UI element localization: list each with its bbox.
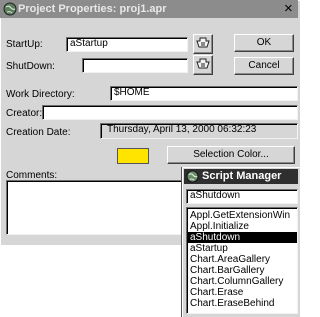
shutdown-field[interactable] xyxy=(82,58,188,73)
startup-field[interactable]: aStartup xyxy=(66,37,188,52)
selection-color-swatch[interactable] xyxy=(117,148,149,164)
list-item[interactable]: Chart.BarGallery xyxy=(187,265,297,276)
shutdown-browse-button[interactable] xyxy=(193,55,213,75)
globe-icon xyxy=(186,170,199,183)
shutdown-label: ShutDown: xyxy=(6,61,55,72)
list-item[interactable]: aStartup xyxy=(187,243,297,254)
startup-label: StartUp: xyxy=(6,39,43,50)
script-list[interactable]: Appl.GetExtensionWin Appl.Initialize aSh… xyxy=(186,207,298,314)
selection-color-button[interactable]: Selection Color... xyxy=(167,146,295,164)
creator-label: Creator: xyxy=(6,108,43,119)
workdir-field[interactable]: $HOME xyxy=(110,86,298,101)
dialog-title: Project Properties: proj1.apr xyxy=(18,3,167,15)
list-item-selected[interactable]: aShutdown xyxy=(187,232,297,243)
list-item[interactable]: Appl.Initialize xyxy=(187,221,297,232)
list-item[interactable]: Chart.AreaGallery xyxy=(187,254,297,265)
comments-field[interactable] xyxy=(6,180,206,235)
creation-date-label: Creation Date: xyxy=(6,127,71,138)
script-manager-title: Script Manager xyxy=(202,170,282,182)
ok-button[interactable]: OK xyxy=(234,34,294,52)
close-icon[interactable]: × xyxy=(284,1,293,16)
script-browse-icon xyxy=(196,58,210,69)
list-item[interactable]: Chart.EraseBehind xyxy=(187,298,297,309)
workdir-label: Work Directory: xyxy=(6,89,75,100)
creator-field[interactable] xyxy=(42,105,298,120)
creation-date-field: Thursday, April 13, 2000 06:32:23 xyxy=(100,123,298,139)
startup-browse-button[interactable] xyxy=(193,34,213,54)
list-item[interactable]: Appl.GetExtensionWin xyxy=(187,210,297,221)
list-item[interactable]: Chart.ColumnGallery xyxy=(187,276,297,287)
globe-icon xyxy=(3,2,17,16)
script-browse-icon xyxy=(196,37,210,48)
cancel-button[interactable]: Cancel xyxy=(234,57,294,75)
script-name-field[interactable]: aShutdown xyxy=(186,189,298,204)
list-item[interactable]: Chart.Erase xyxy=(187,287,297,298)
